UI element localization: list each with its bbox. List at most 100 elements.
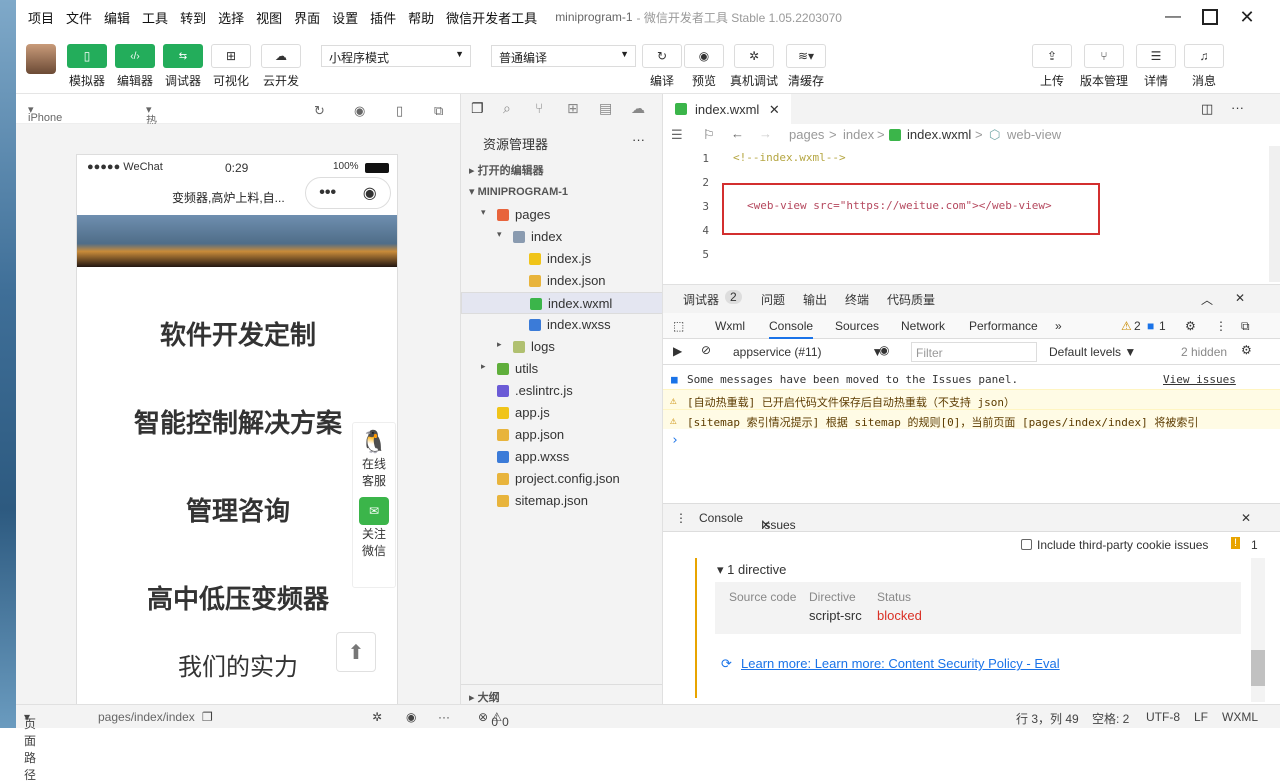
tab-terminal[interactable]: 终端 <box>845 291 869 308</box>
device-select[interactable]: iPhone 5 100% 16 ▾ <box>28 103 62 160</box>
messages-button[interactable]: ♫ <box>1184 44 1224 68</box>
avatar[interactable] <box>26 44 56 74</box>
back-icon[interactable]: ← <box>731 126 744 141</box>
close-tab-icon[interactable]: ✕ <box>769 102 780 117</box>
collapse-icon[interactable]: ︿ <box>1201 291 1213 308</box>
device-debug-button[interactable]: ✲ <box>734 44 774 68</box>
context-select[interactable]: appservice (#11) ▼ <box>733 345 883 359</box>
editor-more-icon[interactable]: ··· <box>1231 100 1244 115</box>
details-button[interactable]: ☰ <box>1136 44 1176 68</box>
debugger-button[interactable]: ⇆ <box>163 44 203 68</box>
minimize-icon[interactable]: — <box>1164 8 1182 26</box>
simulator-button[interactable]: ▯ <box>67 44 107 68</box>
version-button[interactable]: ⑂ <box>1084 44 1124 68</box>
popout-icon[interactable]: ⧉ <box>434 103 443 119</box>
menu-item[interactable]: 文件 <box>66 8 92 27</box>
close-tab-icon[interactable]: ✕ <box>761 518 771 532</box>
clear-cache-button[interactable]: ≋▾ <box>786 44 826 68</box>
filter-input[interactable]: Filter <box>911 342 1037 362</box>
menu-item[interactable]: 视图 <box>256 8 282 27</box>
menu-item[interactable]: 插件 <box>370 8 396 27</box>
language-mode[interactable]: WXML <box>1222 710 1258 724</box>
search-icon[interactable]: ⌕ <box>503 100 511 117</box>
files-icon[interactable]: ❐ <box>471 100 484 117</box>
file-tree-item[interactable]: app.json <box>461 424 663 446</box>
levels-select[interactable]: Default levels ▼ <box>1049 345 1136 359</box>
record-icon[interactable]: ◉ <box>354 103 365 119</box>
back-to-top-button[interactable]: ⬆ <box>336 632 376 672</box>
mode-select[interactable]: 小程序模式 ▼ <box>321 45 471 67</box>
extensions-icon[interactable]: ⊞ <box>567 100 579 117</box>
follow-line2[interactable]: 微信 <box>353 542 395 559</box>
file-tree-item[interactable]: ▾ index <box>461 226 663 248</box>
cloud-button[interactable]: ☁ <box>261 44 301 68</box>
more-icon[interactable]: ··· <box>438 710 450 724</box>
tab-wxml[interactable]: Wxml <box>715 319 745 333</box>
banner-image[interactable] <box>77 215 397 267</box>
more-icon[interactable]: ••• <box>319 184 336 202</box>
close-panel-icon[interactable]: ✕ <box>1235 291 1245 305</box>
forward-icon[interactable]: → <box>759 126 772 141</box>
drawer-tab-console[interactable]: Console <box>699 511 743 525</box>
crumb-webview[interactable]: web-view <box>1007 127 1061 142</box>
tab-console[interactable]: Console <box>769 319 814 339</box>
file-tree-item[interactable]: sitemap.json <box>461 490 663 512</box>
close-drawer-icon[interactable]: ✕ <box>1241 511 1251 525</box>
file-tree-item[interactable]: app.wxss <box>461 446 663 468</box>
service-line1[interactable]: 在线 <box>353 455 395 472</box>
cursor-position[interactable]: 行 3，列 49 <box>1016 710 1079 727</box>
visual-button[interactable]: ⊞ <box>211 44 251 68</box>
console-settings-icon[interactable]: ⚙ <box>1241 343 1252 357</box>
qq-icon[interactable]: 🐧 <box>353 429 395 455</box>
phone-outline-icon[interactable]: ▯ <box>396 103 403 119</box>
directive-toggle[interactable]: ▾ 1 directive <box>717 562 786 578</box>
storage-icon[interactable]: ▤ <box>599 100 612 117</box>
bug-icon[interactable]: ✲ <box>372 710 382 724</box>
service-line2[interactable]: 客服 <box>353 472 395 489</box>
error-count[interactable]: ⊗ 0 ⚠ 0 <box>478 710 509 729</box>
compile-button[interactable]: ↻ <box>642 44 682 68</box>
open-editors-header[interactable]: ▸ 打开的编辑器 <box>461 158 663 180</box>
tab-performance[interactable]: Performance <box>969 319 1038 333</box>
more-actions-icon[interactable]: ··· <box>632 132 645 147</box>
drawer-menu-icon[interactable]: ⋮ <box>675 511 687 525</box>
tab-problems[interactable]: 问题 <box>761 291 785 308</box>
info-count[interactable]: 1 <box>1159 319 1166 333</box>
menu-item[interactable]: 项目 <box>28 8 54 27</box>
bookmark-icon[interactable]: ⚐ <box>703 127 715 143</box>
issues-scrollbar[interactable] <box>1251 558 1265 702</box>
menu-item[interactable]: 选择 <box>218 8 244 27</box>
tab-code-quality[interactable]: 代码质量 <box>887 291 935 308</box>
list-icon[interactable]: ☰ <box>671 127 683 143</box>
file-tree-item[interactable]: ▾ pages <box>461 204 663 226</box>
indentation[interactable]: 空格: 2 <box>1092 710 1129 727</box>
inspect-icon[interactable]: ⬚ <box>673 319 684 333</box>
crumb-file[interactable]: index.wxml <box>907 127 971 142</box>
tab-output[interactable]: 输出 <box>803 291 827 308</box>
tab-sources[interactable]: Sources <box>835 319 879 333</box>
section-smart-control[interactable]: 智能控制解决方案 <box>77 403 397 440</box>
git-icon[interactable]: ⑂ <box>535 100 543 116</box>
code-line[interactable]: 5 <box>663 242 1263 266</box>
file-tree-item[interactable]: index.js <box>461 248 663 270</box>
tab-index-wxml[interactable]: index.wxml ✕ <box>663 94 791 124</box>
file-tree-item[interactable]: project.config.json <box>461 468 663 490</box>
follow-line1[interactable]: 关注 <box>353 525 395 542</box>
close-miniprogram-icon[interactable]: ◉ <box>363 183 377 203</box>
info-icon[interactable]: ■ <box>1147 319 1154 333</box>
menu-item[interactable]: 设置 <box>332 8 358 27</box>
undock-icon[interactable]: ⧉ <box>1241 319 1250 334</box>
file-tree-item[interactable]: ▸ logs <box>461 336 663 358</box>
tab-debugger[interactable]: 调试器 <box>683 291 719 308</box>
settings-icon[interactable]: ⚙ <box>1185 319 1196 333</box>
menu-item[interactable]: 工具 <box>142 8 168 27</box>
project-header[interactable]: ▾ MINIPROGRAM-1 <box>461 181 663 203</box>
learn-more-link[interactable]: Learn more: Learn more: Content Security… <box>741 656 1060 671</box>
file-tree-item[interactable]: index.wxss <box>461 314 663 336</box>
menu-item[interactable]: 界面 <box>294 8 320 27</box>
hot-reload-select[interactable]: 热重载 开 ▾ <box>146 103 157 175</box>
split-editor-icon[interactable]: ◫ <box>1201 101 1213 117</box>
page-path-select[interactable]: 页面路径 ▾ <box>24 710 36 782</box>
preview-button[interactable]: ◉ <box>684 44 724 68</box>
menu-item[interactable]: 编辑 <box>104 8 130 27</box>
